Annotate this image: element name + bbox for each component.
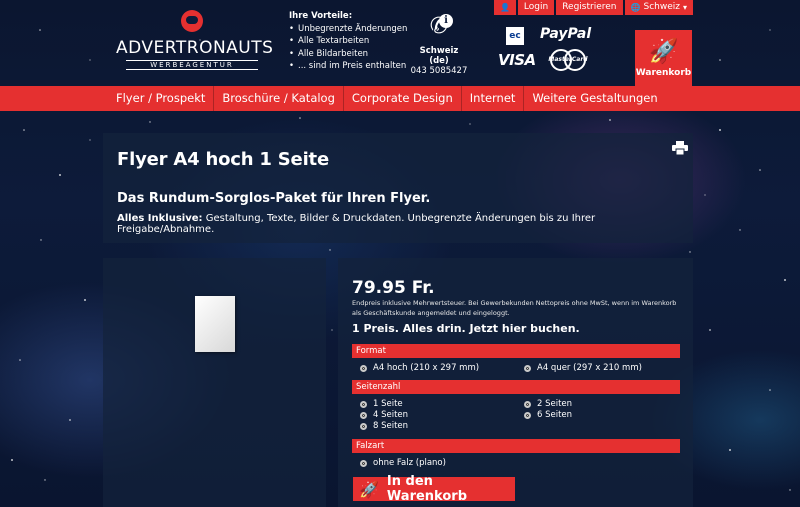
product-price: 79.95 Fr. xyxy=(352,278,435,298)
printer-icon[interactable] xyxy=(672,141,688,155)
format-option-portrait[interactable]: A4 hoch (210 x 297 mm) xyxy=(360,363,479,373)
nav-item-internet[interactable]: Internet xyxy=(462,86,525,111)
pages-section-header: Seitenzahl xyxy=(352,380,680,394)
fold-section-header: Falzart xyxy=(352,439,680,453)
payment-logos: ec PayPal VISA MasterCard xyxy=(498,26,598,71)
ec-logo: ec xyxy=(506,27,524,45)
country-label: Schweiz xyxy=(643,2,680,12)
option-label: ohne Falz (plano) xyxy=(373,458,446,468)
radio-button[interactable] xyxy=(360,411,367,419)
contact-country: Schweiz (de) xyxy=(419,46,459,66)
globe-icon: 🌐 xyxy=(630,3,641,12)
page-title: Flyer A4 hoch 1 Seite xyxy=(117,149,329,170)
contact-phone[interactable]: 043 5085427 xyxy=(409,66,469,76)
nav-item-more[interactable]: Weitere Gestaltungen xyxy=(524,86,665,111)
option-label: 8 Seiten xyxy=(373,421,409,431)
format-section-header: Format xyxy=(352,344,680,358)
cart-button[interactable]: 🚀 Warenkorb xyxy=(635,30,692,86)
user-icon: 👤 xyxy=(499,3,510,12)
radio-button[interactable] xyxy=(524,411,531,419)
radio-button[interactable] xyxy=(360,400,367,408)
benefit-item: Alle Bildarbeiten xyxy=(289,48,407,61)
pages-option-4[interactable]: 4 Seiten xyxy=(360,410,408,420)
contact-block: ✆ i Schweiz (de) 043 5085427 xyxy=(409,14,469,76)
user-icon-button[interactable]: 👤 xyxy=(493,0,516,15)
pages-option-2[interactable]: 2 Seiten xyxy=(524,399,572,409)
radio-button[interactable] xyxy=(360,422,367,430)
login-link[interactable]: Login xyxy=(517,0,555,15)
mastercard-logo: MasterCard xyxy=(546,49,590,71)
logo-name: ADVERTRONAUTS xyxy=(116,38,274,58)
benefits-list: Ihre Vorteile: Unbegrenzte Änderungen Al… xyxy=(289,10,407,73)
pages-option-6[interactable]: 6 Seiten xyxy=(524,410,572,420)
price-note: Endpreis inklusive Mehrwertsteuer. Bei G… xyxy=(352,299,677,317)
nav-item-brochure[interactable]: Broschüre / Katalog xyxy=(214,86,344,111)
site-header: 👤 Login Registrieren 🌐 Schweiz ▾ ADVERTR… xyxy=(0,0,800,86)
flyer-preview-image xyxy=(195,296,235,352)
fold-option-none[interactable]: ohne Falz (plano) xyxy=(360,458,446,468)
rocket-icon: 🚀 xyxy=(648,37,679,65)
main-navigation: Flyer / Prospekt Broschüre / Katalog Cor… xyxy=(0,86,800,111)
option-label: 1 Seite xyxy=(373,399,403,409)
benefit-item: Alle Textarbeiten xyxy=(289,35,407,48)
radio-button[interactable] xyxy=(524,400,531,408)
astronaut-helmet-icon xyxy=(178,10,206,36)
benefit-item: Unbegrenzte Änderungen xyxy=(289,23,407,36)
format-option-landscape[interactable]: A4 quer (297 x 210 mm) xyxy=(524,363,642,373)
top-bar: 👤 Login Registrieren 🌐 Schweiz ▾ xyxy=(492,0,693,15)
visa-logo: VISA xyxy=(498,51,536,69)
option-label: 6 Seiten xyxy=(537,410,573,420)
radio-button[interactable] xyxy=(524,364,531,372)
order-panel: 79.95 Fr. Endpreis inklusive Mehrwertste… xyxy=(338,258,693,507)
product-preview-panel xyxy=(103,258,326,507)
country-selector[interactable]: 🌐 Schweiz ▾ xyxy=(624,0,693,15)
product-subtitle: Das Rundum-Sorglos-Paket für Ihren Flyer… xyxy=(117,191,431,206)
paypal-logo: PayPal xyxy=(540,26,592,42)
pages-option-8[interactable]: 8 Seiten xyxy=(360,421,408,431)
rocket-icon: 🚀 xyxy=(359,479,379,499)
pages-option-1[interactable]: 1 Seite xyxy=(360,399,403,409)
product-inclusive-text: Alles Inklusive: Gestaltung, Texte, Bild… xyxy=(117,213,693,235)
add-to-cart-button[interactable]: 🚀 In den Warenkorb xyxy=(353,474,515,504)
caret-down-icon: ▾ xyxy=(682,3,687,12)
benefit-item: ... sind im Preis enthalten xyxy=(289,60,407,73)
info-icon[interactable]: i xyxy=(439,14,453,28)
nav-item-corporate-design[interactable]: Corporate Design xyxy=(344,86,462,111)
option-label: 2 Seiten xyxy=(537,399,573,409)
option-label: 4 Seiten xyxy=(373,410,409,420)
logo-tagline: WERBEAGENTUR xyxy=(126,60,258,70)
cart-label: Warenkorb xyxy=(635,68,692,78)
register-link[interactable]: Registrieren xyxy=(556,0,623,15)
inclusive-label: Alles Inklusive: xyxy=(117,213,203,224)
order-claim: 1 Preis. Alles drin. Jetzt hier buchen. xyxy=(352,322,580,335)
radio-button[interactable] xyxy=(360,459,367,467)
option-label: A4 quer (297 x 210 mm) xyxy=(537,363,642,373)
add-to-cart-label: In den Warenkorb xyxy=(386,474,467,504)
option-label: A4 hoch (210 x 297 mm) xyxy=(373,363,480,373)
radio-button[interactable] xyxy=(360,364,367,372)
nav-item-flyer[interactable]: Flyer / Prospekt xyxy=(108,86,215,111)
benefits-heading: Ihre Vorteile: xyxy=(289,11,353,21)
product-header-panel: Flyer A4 hoch 1 Seite Das Rundum-Sorglos… xyxy=(103,133,693,243)
mastercard-label: MasterCard xyxy=(548,56,588,63)
site-logo[interactable]: ADVERTRONAUTS WERBEAGENTUR xyxy=(116,10,274,70)
